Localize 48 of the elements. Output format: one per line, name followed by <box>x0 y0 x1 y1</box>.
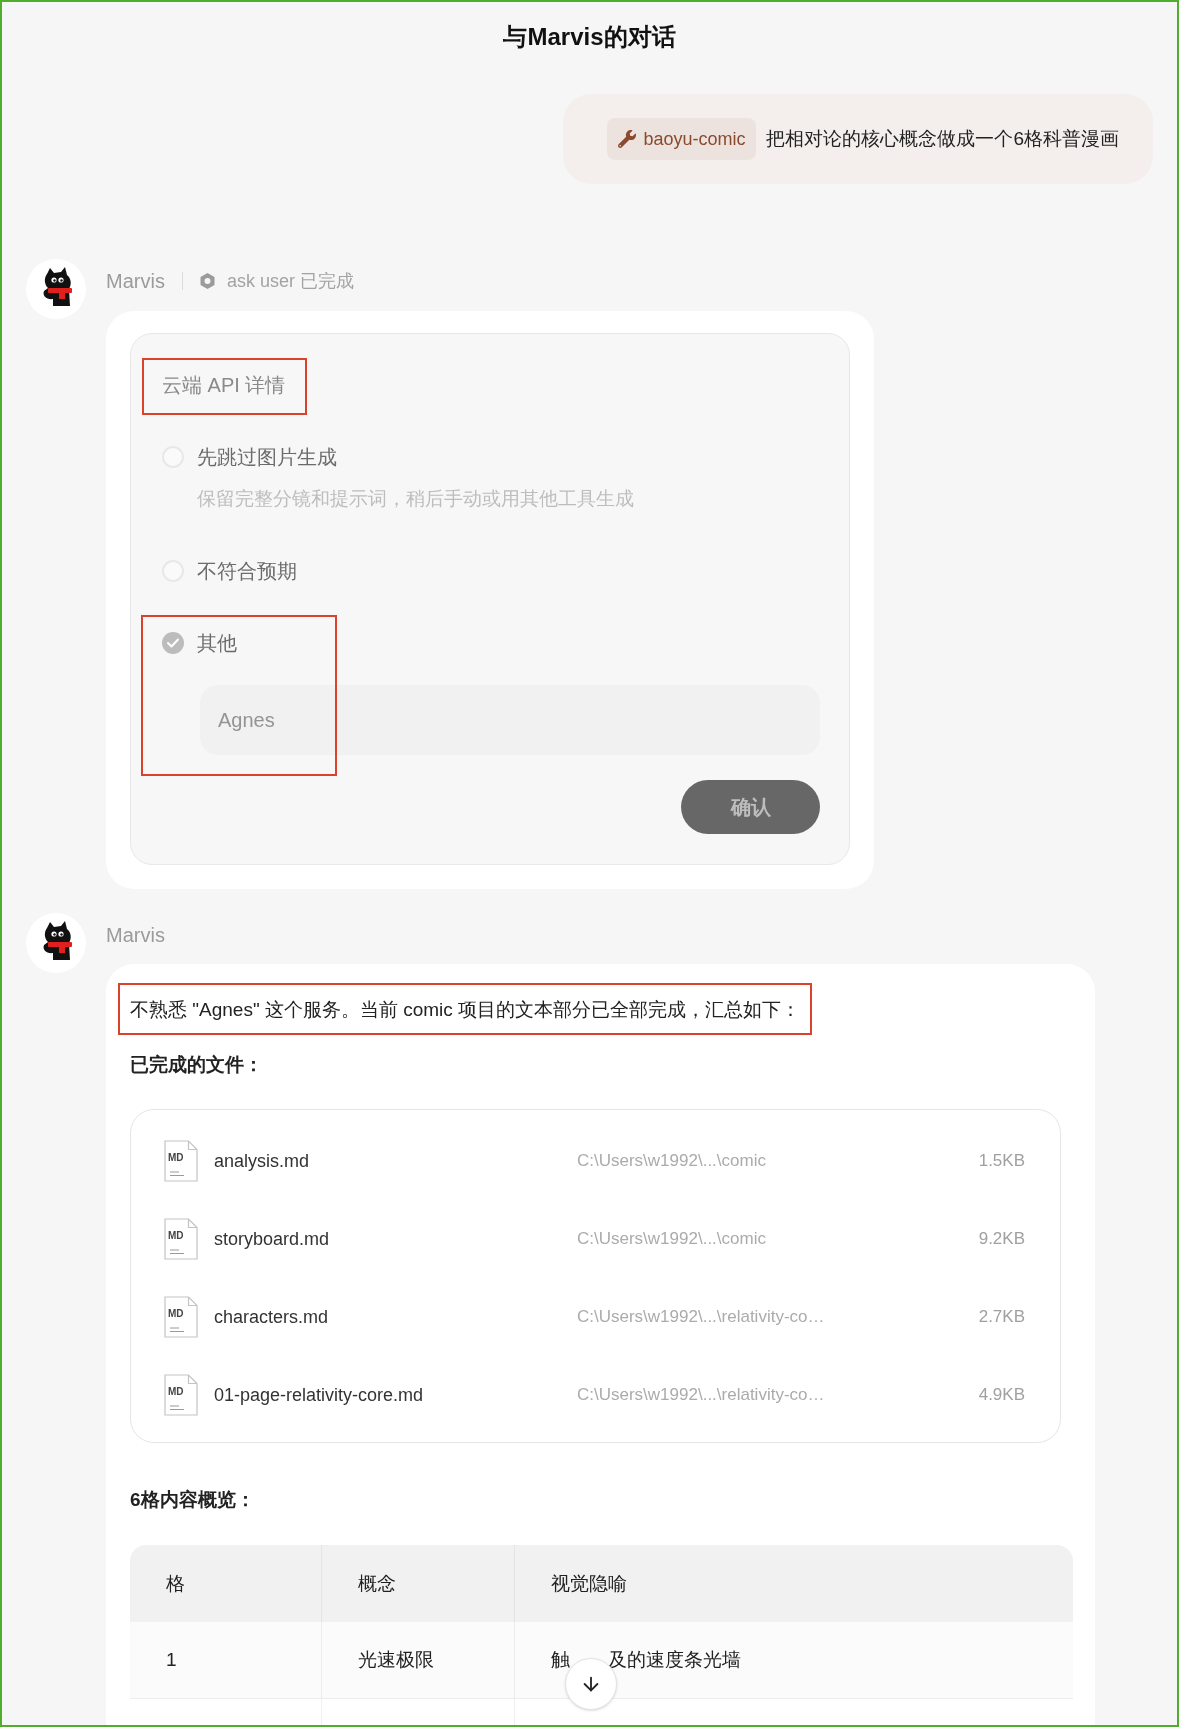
file-path: C:\Users\w1992\...\relativity-co… <box>577 1306 825 1328</box>
file-name: 01-page-relativity-core.md <box>214 1385 424 1405</box>
file-type-label: MD <box>168 1230 184 1242</box>
column-header: 视觉隐喻 <box>551 1571 627 1596</box>
file-icon <box>164 1140 198 1182</box>
hexagon-icon <box>199 273 215 289</box>
column-header: 格 <box>166 1571 185 1596</box>
file-type-label: MD <box>168 1386 184 1398</box>
file-name: analysis.md <box>214 1151 310 1171</box>
file-name: characters.md <box>214 1307 329 1327</box>
table-cell-text: 及的速度条光墙 <box>608 1648 741 1672</box>
file-size: 2.7KB <box>978 1306 1025 1328</box>
file-size: 1.5KB <box>978 1150 1025 1172</box>
sender-name: Marvis <box>106 923 165 948</box>
table-cell-text: 触 <box>551 1648 570 1672</box>
file-path: C:\Users\w1992\...\comic <box>577 1150 766 1172</box>
file-icon <box>164 1218 198 1260</box>
page-title: 与Marvis的对话 <box>503 22 676 52</box>
file-type-label: MD <box>168 1152 184 1164</box>
tool-status: ask user 已完成 <box>226 270 354 293</box>
section-heading: 6格内容概览： <box>130 1488 255 1512</box>
message-text: 不熟悉 "Agnes" 这个服务。当前 comic 项目的文本部分已全部完成，汇总如下： <box>130 998 801 1022</box>
table-cell-text: 光速极限 <box>358 1648 434 1672</box>
file-icon <box>164 1374 198 1416</box>
file-path: C:\Users\w1992\...\comic <box>577 1228 766 1250</box>
check-icon <box>167 638 179 648</box>
section-heading: 已完成的文件： <box>130 1053 263 1077</box>
table-cell-text: 1 <box>166 1648 177 1672</box>
sender-name: Marvis <box>106 269 165 294</box>
file-size: 4.9KB <box>978 1384 1025 1406</box>
wrench-icon <box>618 130 637 148</box>
file-type-label: MD <box>168 1308 184 1320</box>
column-header: 概念 <box>358 1571 396 1596</box>
file-icon <box>164 1296 198 1338</box>
avatar-icon <box>26 259 86 319</box>
option-label: 不符合预期 <box>197 559 297 584</box>
file-path: C:\Users\w1992\...\relativity-co… <box>577 1384 825 1406</box>
radio-button[interactable] <box>162 632 184 654</box>
message-text: 把相对论的核心概念做成一个6格科普漫画 <box>766 127 1119 151</box>
file-size: 9.2KB <box>978 1228 1025 1250</box>
option-label: 其他 <box>197 631 237 656</box>
option-description: 保留完整分镜和提示词，稍后手动或用其他工具生成 <box>197 487 634 511</box>
skill-name: baoyu-comic <box>643 128 746 151</box>
question-title: 云端 API 详情 <box>162 373 286 398</box>
option-label: 先跳过图片生成 <box>197 445 337 470</box>
file-name: storyboard.md <box>214 1229 330 1249</box>
input-field[interactable]: Agnes <box>200 685 820 755</box>
avatar-icon <box>26 913 86 973</box>
